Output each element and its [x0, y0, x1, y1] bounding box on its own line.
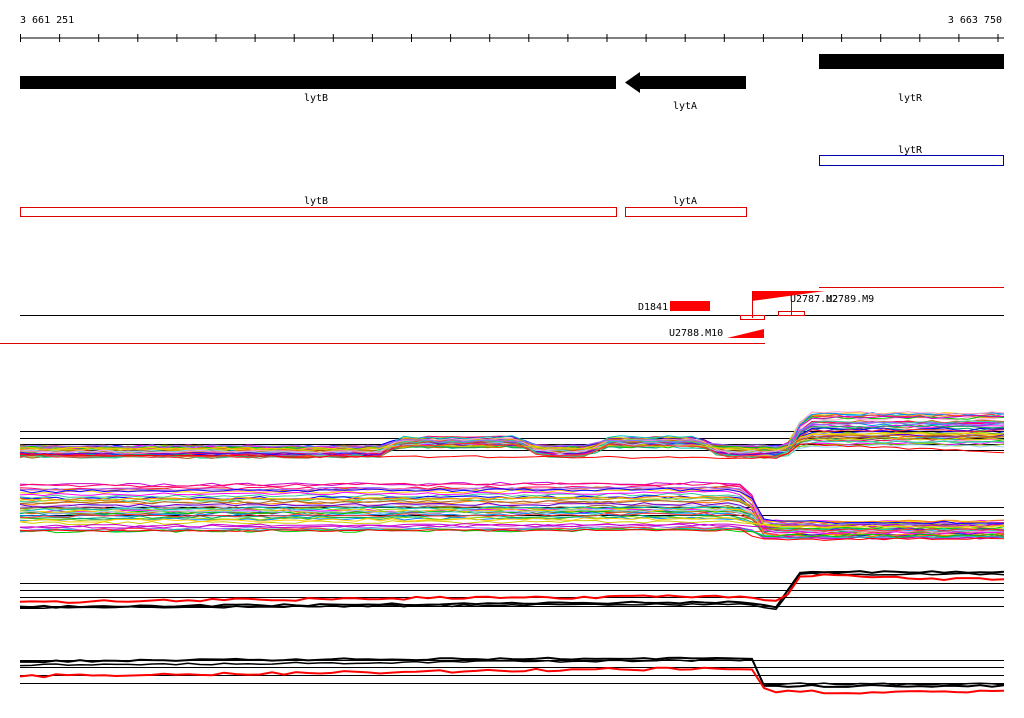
- cds-blue-label-lytR: lytR: [898, 145, 923, 156]
- feature-track: D1841 U2787.M2 U2789.M9 U2788.M10: [0, 287, 1004, 344]
- trace-panel-4: [19, 656, 1005, 695]
- cds-track-blue: lytR: [819, 145, 1004, 166]
- trace-panel-2: [19, 481, 1005, 541]
- cds-track-red: lytB lytA: [20, 196, 747, 217]
- feature-U2788-triangle[interactable]: [727, 329, 764, 338]
- trace-line-red: [19, 573, 1005, 604]
- gene-track: lytB lytA lytR: [20, 54, 1004, 112]
- cds-red-label-lytB: lytB: [304, 196, 328, 207]
- cds-red-lytA-box[interactable]: [625, 207, 747, 217]
- ruler-start-label: 3 661 251: [20, 15, 74, 26]
- genome-track-canvas: 3 661 251 3 663 750 lytB lytA lytR lytR …: [0, 15, 1005, 695]
- gene-lytB-bar[interactable]: [20, 76, 616, 89]
- trace-panel-1: [19, 411, 1005, 460]
- feature-D1841-block[interactable]: [670, 301, 710, 311]
- expression-traces: [19, 411, 1005, 695]
- trace-line-black: [20, 572, 1005, 611]
- feature-label-D1841: D1841: [638, 302, 668, 313]
- feature-label-U2788: U2788.M10: [669, 328, 723, 339]
- gene-label-lytA: lytA: [673, 101, 697, 112]
- cds-red-label-lytA: lytA: [673, 196, 697, 207]
- gene-label-lytR: lytR: [898, 93, 923, 104]
- coordinate-ruler: 3 661 251 3 663 750: [20, 15, 1004, 42]
- genome-browser-view: 3 661 251 3 663 750 lytB lytA lytR lytR …: [0, 0, 1024, 714]
- cds-blue-lytR-box[interactable]: [819, 155, 1004, 166]
- gene-lytR-bar[interactable]: [819, 54, 1004, 69]
- trace-panel-3: [19, 570, 1005, 611]
- ruler-end-label: 3 663 750: [948, 15, 1002, 26]
- trace-line-red: [19, 666, 1005, 695]
- feature-label-U2789: U2789.M9: [826, 294, 874, 305]
- gene-label-lytB: lytB: [304, 93, 328, 104]
- gene-lytA-arrow[interactable]: [625, 72, 746, 93]
- cds-red-lytB-box[interactable]: [20, 207, 617, 217]
